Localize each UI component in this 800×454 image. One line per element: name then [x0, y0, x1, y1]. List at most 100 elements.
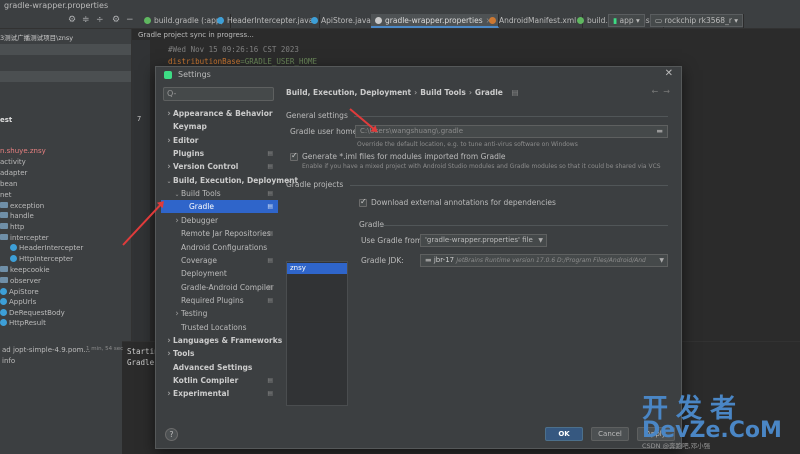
project-tree-item[interactable]: observer [0, 276, 41, 287]
project-tree-item[interactable]: n.shuye.znsy [0, 146, 46, 157]
project-path: 3测试广播测试项目\znsy [0, 34, 74, 42]
project-tool-window: 3测试广播测试项目\znsy est n.shuye.znsy activity ad… [0, 29, 132, 341]
forward-arrow-icon[interactable]: → [663, 87, 670, 96]
class-icon [0, 319, 7, 326]
project-level-icon: ▤ [267, 377, 273, 384]
breadcrumb-item[interactable]: Build, Execution, Deployment [286, 88, 411, 97]
project-tree-item[interactable]: activity [0, 157, 26, 168]
settings-nav-item[interactable]: ⌄Build, Execution, Deployment [161, 174, 298, 187]
project-row-highlight [0, 71, 131, 82]
settings-nav-item[interactable]: Required Plugins ▤ [161, 294, 278, 307]
settings-nav-item[interactable]: Android Configurations [161, 241, 278, 254]
settings-nav-item[interactable]: › Tools [161, 347, 278, 360]
settings-nav-item[interactable]: › Appearance & Behavior [161, 107, 278, 120]
settings-nav-item[interactable]: › Experimental ▤ [161, 387, 278, 400]
chevron-right-icon: › [167, 135, 171, 146]
project-tree-item[interactable]: HeaderIntercepter [10, 243, 83, 254]
project-tree-item[interactable]: bean [0, 179, 17, 190]
folder-icon [0, 223, 8, 229]
project-tree-label: HeaderIntercepter [19, 244, 84, 252]
project-level-icon: ▤ [267, 283, 273, 291]
gradle-jdk-label: Gradle JDK: [361, 256, 404, 265]
project-tree-item[interactable]: HttpIntercepter [10, 254, 73, 265]
project-tree-label: est [0, 116, 13, 124]
settings-nav-label: Gradle [189, 202, 214, 212]
project-tree-item[interactable]: AppUrls [0, 297, 36, 308]
settings-nav-label: Gradle-Android Compiler [181, 282, 274, 292]
settings-nav-label: Editor [173, 135, 199, 145]
project-tree-item[interactable]: est [0, 115, 12, 126]
breadcrumb-item[interactable]: Build Tools [420, 88, 466, 97]
project-tree-label: bean [0, 180, 18, 188]
chevron-right-icon: › [167, 335, 171, 346]
gradle-user-home-input[interactable]: C:\Users\wangshuang\.gradle ▬ [355, 125, 668, 138]
search-icon: Q- [167, 89, 177, 98]
settings-nav-label: Trusted Locations [181, 322, 247, 332]
settings-nav-item[interactable]: › Debugger [161, 214, 278, 227]
editor-tab[interactable]: HeaderIntercepter.java [213, 14, 321, 28]
minus-icon[interactable]: − [126, 15, 134, 26]
back-arrow-icon[interactable]: ← [652, 87, 659, 96]
gradle-user-home-label: Gradle user home: [290, 127, 360, 136]
settings-nav-item[interactable]: ⌄Build Tools ▤ [161, 187, 278, 200]
settings-nav-label: Appearance & Behavior [173, 109, 273, 118]
settings-nav-item[interactable]: Remote Jar Repositories ▤ [161, 227, 278, 240]
project-tree-item[interactable]: net [0, 190, 12, 201]
folder-icon [0, 202, 8, 208]
project-tree-item[interactable]: handle [0, 211, 34, 222]
editor-tab[interactable]: ApiStore.java [307, 14, 378, 28]
settings-nav-item[interactable]: Trusted Locations [161, 321, 278, 334]
settings-gear-icon[interactable]: ⚙ [68, 15, 76, 26]
help-button[interactable]: ? [165, 428, 178, 441]
divider [350, 185, 668, 186]
project-tree-item[interactable]: HttpResult [0, 318, 46, 329]
settings-nav-item[interactable]: Gradle-Android Compiler ▤ [161, 281, 278, 294]
settings-nav-label: Remote Jar Repositories [181, 229, 271, 239]
cancel-button[interactable]: Cancel [591, 427, 629, 441]
run-config-combo[interactable]: ▮ app ▾ [608, 14, 645, 27]
settings-nav-item[interactable]: › Languages & Frameworks [161, 334, 282, 347]
download-annotations-checkbox[interactable] [359, 197, 367, 207]
settings-nav-item[interactable]: › Version Control ▤ [161, 160, 278, 173]
property-key: distributionBase [168, 57, 241, 66]
settings-nav-label: Advanced Settings [173, 362, 253, 372]
settings-nav-label: Android Configurations [181, 242, 268, 252]
generate-iml-checkbox[interactable] [290, 151, 298, 161]
editor-tab[interactable]: gradle-wrapper.properties× [371, 14, 499, 28]
breadcrumb-item[interactable]: Gradle [475, 88, 503, 97]
settings-dialog: Settings ✕ Q- › Appearance & Behavior Keym… [155, 66, 682, 449]
project-level-icon: ▤ [267, 256, 273, 264]
project-tree-label: intercepter [10, 234, 49, 242]
settings-nav-item[interactable]: › Testing [161, 307, 278, 320]
settings-nav-item[interactable]: Kotlin Compiler ▤ [161, 374, 278, 387]
editor-tab[interactable]: AndroidManifest.xml [485, 14, 584, 28]
class-icon [10, 244, 17, 251]
gradle-project-list[interactable]: znsy [286, 261, 348, 406]
use-gradle-from-select[interactable]: 'gradle-wrapper.properties' file ▼ [420, 234, 547, 247]
expand-icon[interactable]: ≑ [82, 15, 90, 26]
collapse-icon[interactable]: ÷ [96, 15, 104, 26]
gradle-project-item[interactable]: znsy [287, 263, 347, 274]
device-combo[interactable]: ▭ rockchip rk3568_r ▾ [650, 14, 744, 27]
settings-nav-item[interactable]: Coverage ▤ [161, 254, 278, 267]
settings-search-input[interactable]: Q- [163, 87, 274, 101]
close-icon[interactable]: ✕ [665, 68, 673, 79]
project-tree-item[interactable]: adapter [0, 168, 27, 179]
settings-nav-item[interactable]: › Editor [161, 134, 278, 147]
settings-nav-item[interactable]: Gradle ▤ [161, 200, 278, 214]
settings-nav-label: Keymap [173, 122, 207, 132]
ok-button[interactable]: OK [545, 427, 583, 441]
editor-tab-label: gradle-wrapper.properties [385, 16, 483, 25]
settings-nav-item[interactable]: Plugins ▤ [161, 147, 278, 160]
settings-nav-item[interactable]: Keymap [161, 120, 278, 133]
settings-nav-item[interactable]: Deployment [161, 267, 278, 280]
file-type-icon [489, 17, 496, 24]
folder-browse-icon[interactable]: ▬ [656, 126, 663, 137]
project-tree-item[interactable]: keepcookie [0, 265, 50, 276]
project-scope-icon: ▤ [511, 88, 519, 97]
gear-icon[interactable]: ⚙ [112, 15, 120, 26]
settings-nav-item[interactable]: Advanced Settings [161, 361, 278, 374]
project-tree-item[interactable]: http [0, 222, 24, 233]
gradle-jdk-select[interactable]: ▬ jbr-17 JetBrains Runtime version 17.0.… [420, 254, 668, 267]
file-type-icon [375, 17, 382, 24]
